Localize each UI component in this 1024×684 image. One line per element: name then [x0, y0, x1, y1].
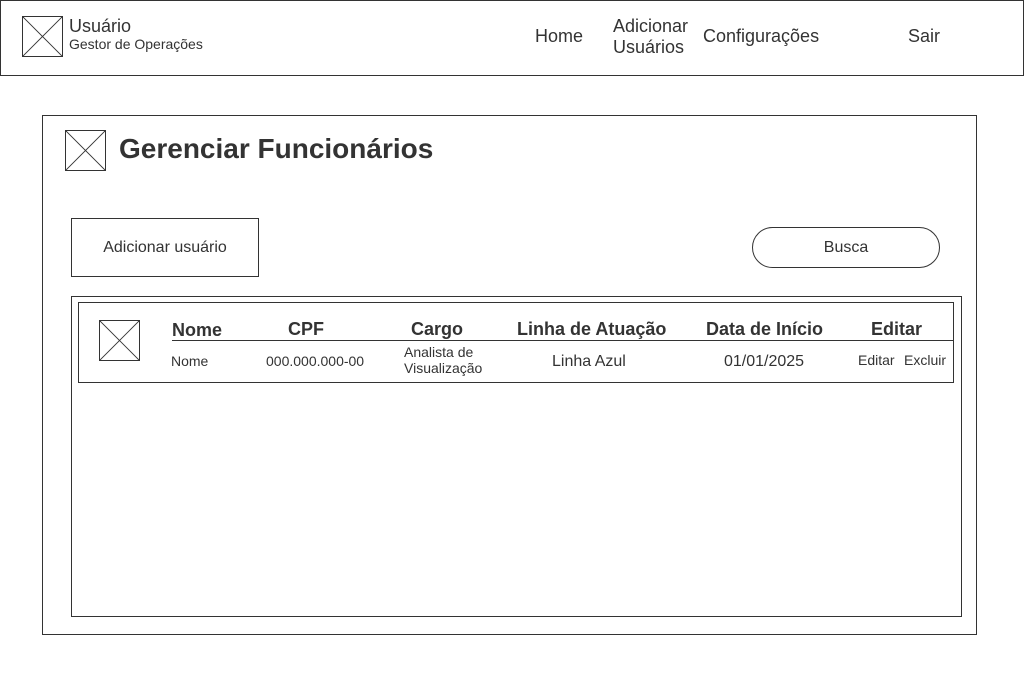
search-input[interactable]: Busca	[752, 227, 940, 268]
cell-data-inicio: 01/01/2025	[724, 353, 805, 370]
nav-logout[interactable]: Sair	[908, 26, 940, 47]
user-name: Usuário	[69, 16, 132, 36]
table-header-divider	[172, 340, 954, 341]
user-role: Gestor de Operações	[69, 36, 203, 52]
column-header-editar: Editar	[871, 319, 923, 339]
row-photo-icon	[99, 320, 140, 361]
cell-nome: Nome	[171, 353, 209, 369]
edit-link[interactable]: Editar	[858, 352, 895, 368]
nav-add-users[interactable]: Adicionar Usuários	[613, 16, 688, 58]
cell-linha: Linha Azul	[552, 353, 626, 370]
page-title: Gerenciar Funcionários	[119, 133, 434, 164]
column-header-cpf: CPF	[288, 319, 324, 339]
nav-add-users-line2: Usuários	[613, 37, 685, 57]
column-header-data-inicio: Data de Início	[706, 319, 824, 339]
add-user-button[interactable]: Adicionar usuário	[71, 218, 259, 277]
user-avatar-icon	[22, 16, 63, 57]
column-header-cargo: Cargo	[411, 319, 464, 339]
nav-add-users-line1: Adicionar	[613, 16, 689, 36]
column-header-linha: Linha de Atuação	[517, 319, 667, 339]
nav-home[interactable]: Home	[535, 26, 583, 47]
cell-cargo: Analista de Visualização	[404, 344, 483, 376]
table-row	[78, 302, 954, 383]
delete-link[interactable]: Excluir	[904, 352, 946, 368]
page-image-icon	[65, 130, 106, 171]
column-header-nome: Nome	[172, 320, 223, 340]
nav-settings[interactable]: Configurações	[703, 26, 819, 47]
cell-cpf: 000.000.000-00	[266, 353, 365, 369]
